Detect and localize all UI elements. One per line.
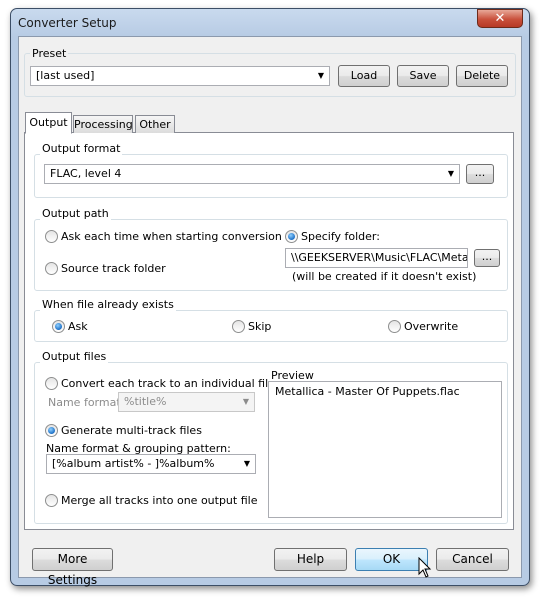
ask-radio[interactable] — [52, 320, 65, 333]
output-path-label: Output path — [40, 207, 111, 220]
more-settings-button[interactable]: More Settings — [32, 548, 113, 587]
output-format-browse-button[interactable]: ... — [466, 164, 494, 184]
preset-group-label: Preset — [30, 47, 69, 60]
ask-label[interactable]: Ask — [68, 320, 88, 333]
merge-all-radio[interactable] — [45, 494, 58, 507]
specify-folder-label[interactable]: Specify folder: — [301, 230, 380, 243]
convert-each-label[interactable]: Convert each track to an individual file — [61, 377, 275, 390]
chevron-down-icon[interactable]: ▼ — [313, 67, 329, 85]
preset-select-value: [last used] — [36, 69, 95, 82]
ask-each-time-radio[interactable] — [45, 230, 58, 243]
output-format-label: Output format — [40, 142, 123, 155]
tab-output[interactable]: Output — [25, 112, 72, 134]
name-format-value: %title% — [124, 395, 167, 408]
folder-path-input[interactable]: \\GEEKSERVER\Music\FLAC\Metallica — [285, 248, 468, 268]
folder-browse-button[interactable]: ... — [474, 249, 500, 267]
generate-multi-label[interactable]: Generate multi-track files — [61, 424, 202, 437]
output-format-value: FLAC, level 4 — [50, 167, 122, 180]
file-exists-label: When file already exists — [40, 298, 176, 311]
ask-each-time-label[interactable]: Ask each time when starting conversion — [61, 230, 282, 243]
output-files-label: Output files — [40, 350, 109, 363]
preview-box[interactable]: Metallica - Master Of Puppets.flac — [268, 381, 502, 518]
convert-each-radio[interactable] — [45, 377, 58, 390]
overwrite-radio[interactable] — [388, 320, 401, 333]
delete-button[interactable]: Delete — [456, 65, 508, 87]
tab-other[interactable]: Other — [135, 115, 175, 133]
pointer-cursor-icon — [418, 557, 432, 578]
source-track-folder-radio[interactable] — [45, 262, 58, 275]
grouping-pattern-value: [%album artist% - ]%album% — [52, 457, 215, 470]
preset-select[interactable]: [last used] — [30, 66, 330, 86]
cancel-button[interactable]: Cancel — [436, 548, 509, 571]
chevron-down-icon: ▼ — [242, 397, 250, 406]
close-icon: ✕ — [494, 11, 506, 26]
folder-note: (will be created if it doesn't exist) — [292, 270, 477, 283]
skip-label[interactable]: Skip — [248, 320, 271, 333]
grouping-pattern-select[interactable]: [%album artist% - ]%album% — [46, 454, 256, 474]
save-button[interactable]: Save — [397, 65, 449, 87]
chevron-down-icon[interactable]: ▼ — [443, 165, 459, 183]
close-button[interactable]: ✕ — [477, 9, 523, 28]
load-button[interactable]: Load — [338, 65, 390, 87]
overwrite-label[interactable]: Overwrite — [404, 320, 458, 333]
merge-all-label[interactable]: Merge all tracks into one output file — [61, 494, 257, 507]
help-button[interactable]: Help — [274, 548, 347, 571]
folder-path-value: \\GEEKSERVER\Music\FLAC\Metallica — [291, 251, 468, 264]
preview-value: Metallica - Master Of Puppets.flac — [275, 385, 460, 398]
tab-processing[interactable]: Processing — [73, 115, 133, 133]
window-title: Converter Setup — [18, 16, 117, 30]
specify-folder-radio[interactable] — [285, 230, 298, 243]
source-track-folder-label[interactable]: Source track folder — [61, 262, 166, 275]
chevron-down-icon[interactable]: ▼ — [239, 455, 255, 473]
generate-multi-radio[interactable] — [45, 424, 58, 437]
skip-radio[interactable] — [232, 320, 245, 333]
name-format-label: Name format: — [48, 396, 125, 409]
output-format-select[interactable]: FLAC, level 4 — [44, 164, 460, 184]
name-format-select: %title% — [118, 392, 255, 412]
